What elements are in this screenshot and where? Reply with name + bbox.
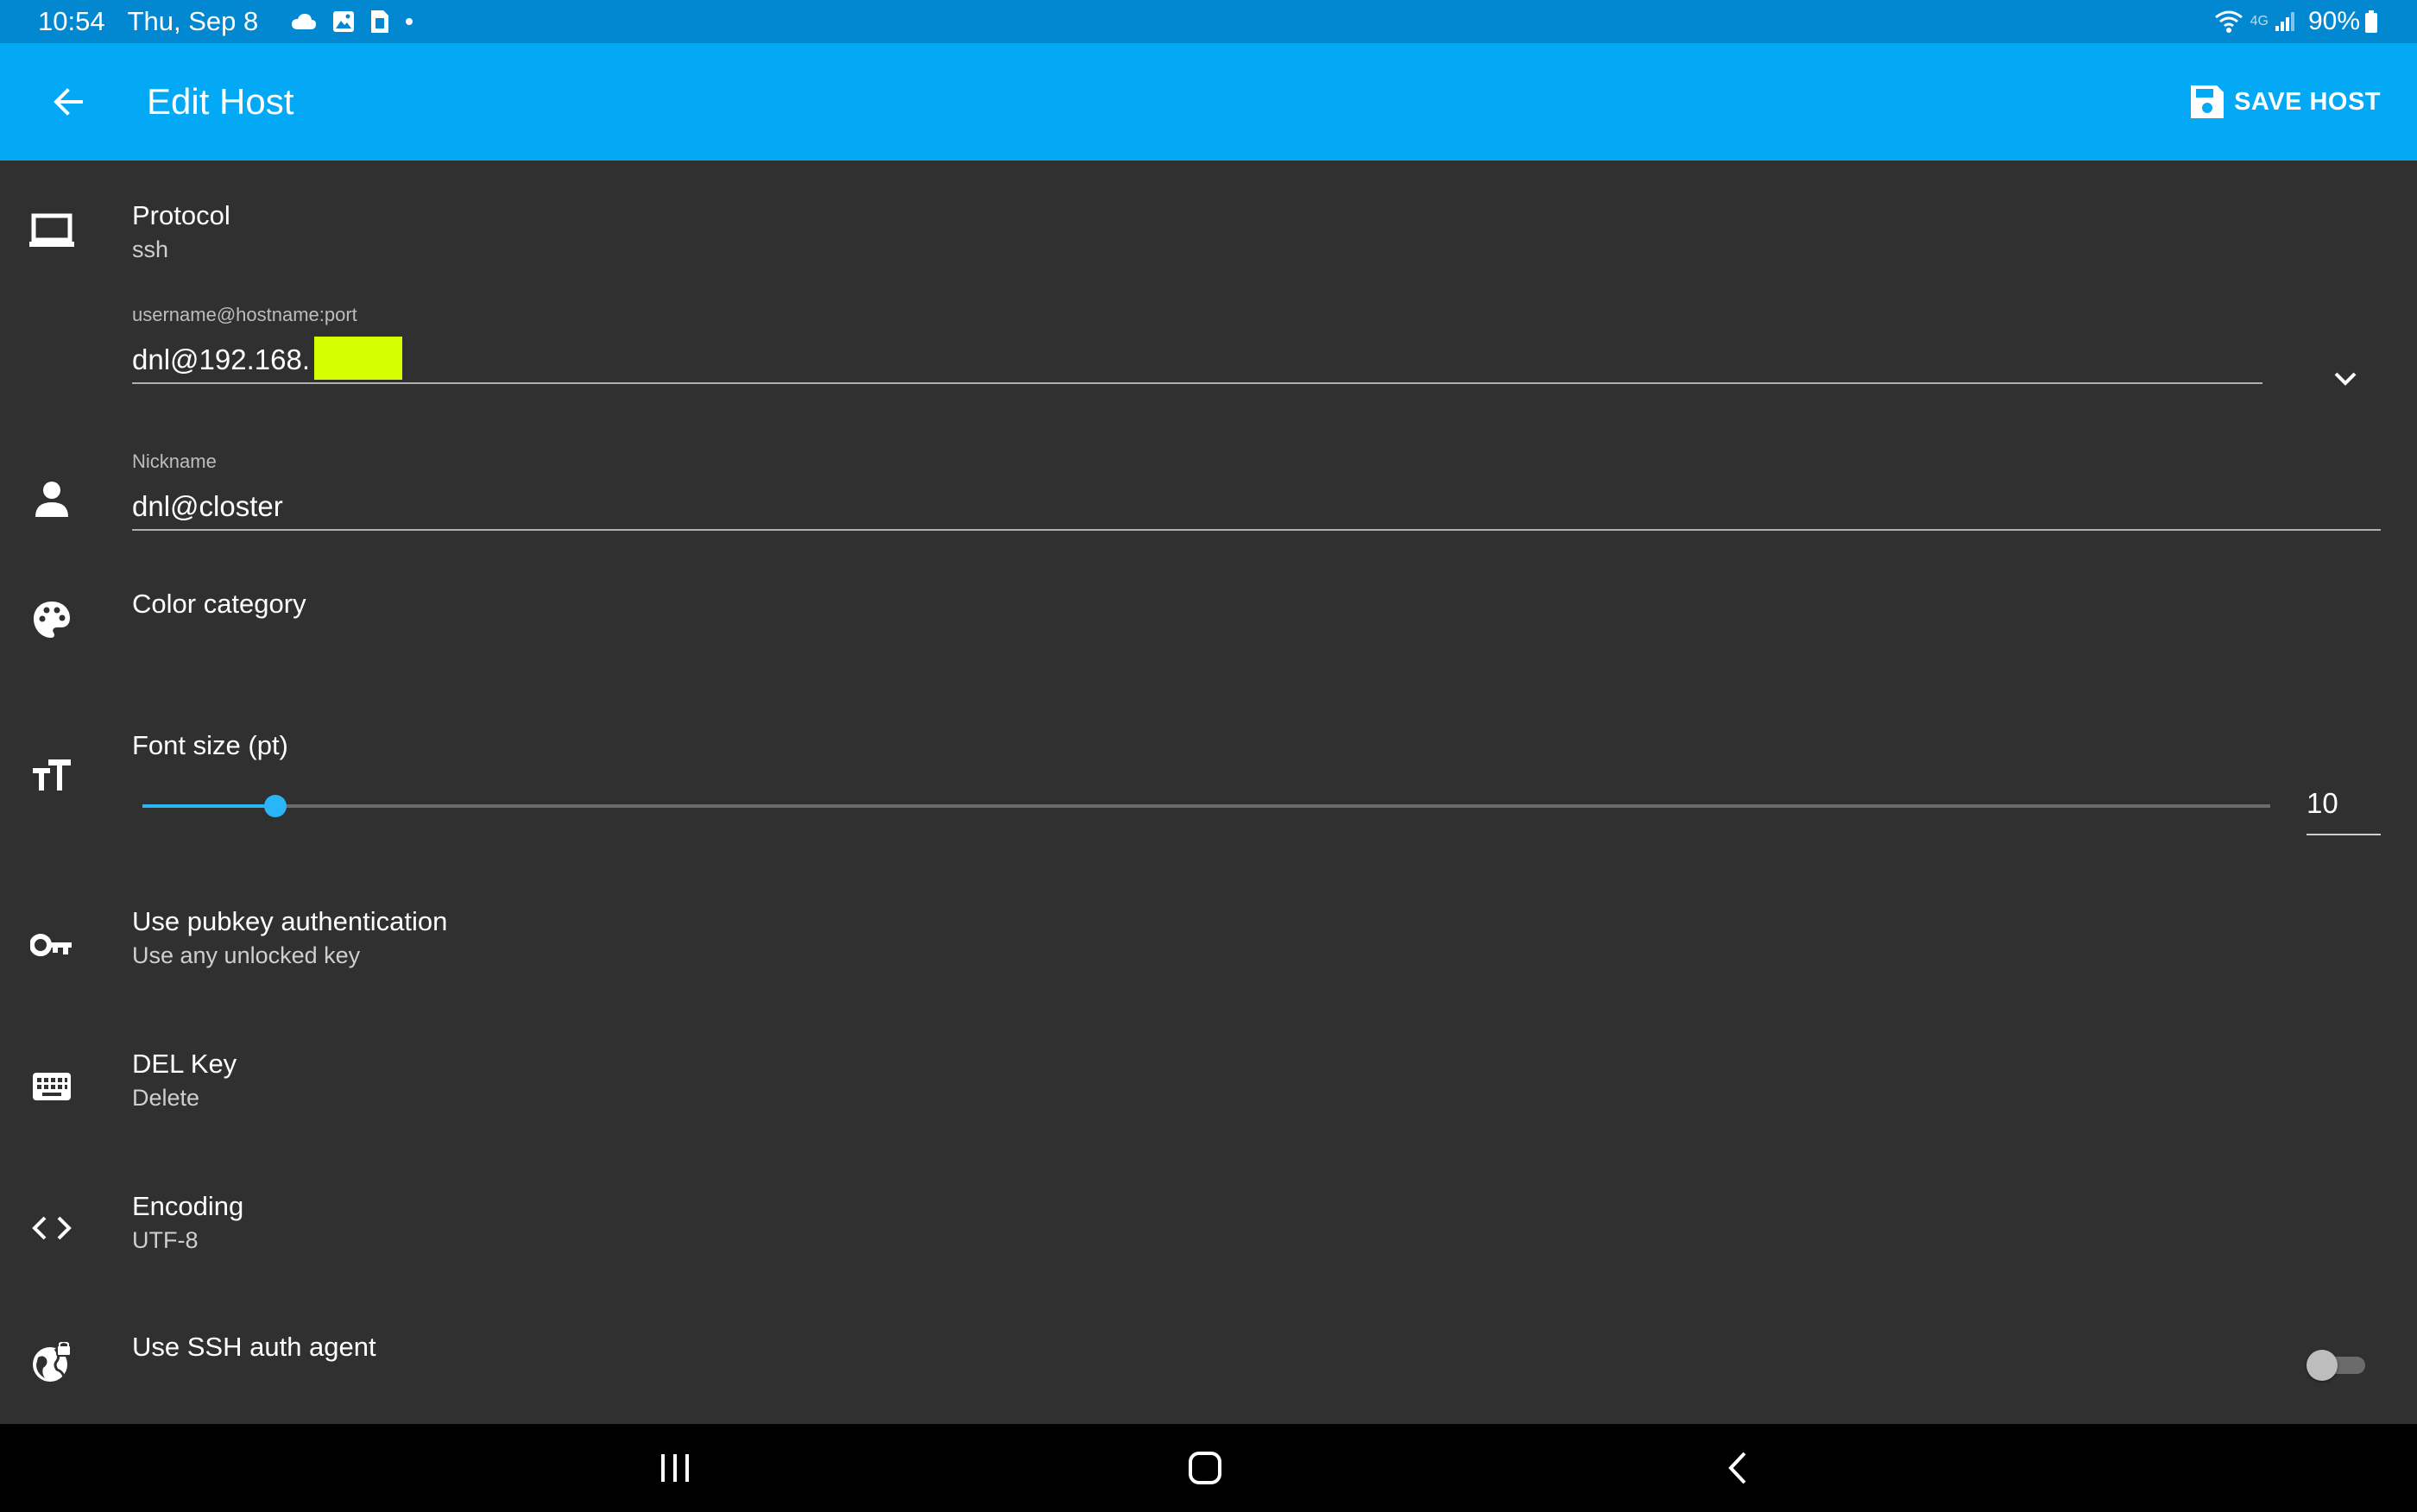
back-button[interactable]	[41, 76, 93, 128]
font-size-value[interactable]: 10	[2307, 787, 2338, 820]
del-key-row[interactable]: DEL Key Delete	[0, 1014, 2417, 1143]
protocol-title: Protocol	[132, 200, 230, 230]
color-category-row[interactable]: Color category	[0, 561, 2417, 682]
recent-apps-button[interactable]	[641, 1440, 710, 1496]
protocol-value: ssh	[132, 236, 169, 262]
keyboard-icon	[24, 1059, 79, 1114]
host-dropdown-button[interactable]	[2324, 357, 2367, 400]
person-icon	[24, 471, 79, 526]
notification-icons	[275, 9, 413, 34]
font-size-slider[interactable]	[142, 795, 2270, 817]
ssh-agent-toggle[interactable]	[2307, 1350, 2369, 1381]
chevron-left-icon	[1728, 1452, 1746, 1484]
battery-percent: 90%	[2307, 7, 2360, 35]
home-button[interactable]	[1171, 1440, 1240, 1496]
page-title: Edit Host	[147, 81, 294, 122]
nickname-input[interactable]: dnl@closter	[132, 490, 2376, 523]
ssh-agent-row[interactable]: Use SSH auth agent	[0, 1299, 2417, 1420]
chevron-down-icon	[2334, 372, 2357, 386]
redaction-box	[314, 337, 402, 380]
key-icon	[24, 917, 79, 973]
image-icon	[333, 11, 355, 32]
host-field-label: username@hostname:port	[132, 304, 357, 325]
globe-lock-icon	[24, 1335, 79, 1390]
encoding-row[interactable]: Encoding UTF-8	[0, 1156, 2417, 1286]
protocol-row[interactable]: Protocol ssh	[0, 164, 2417, 285]
save-host-button[interactable]: SAVE HOST	[2189, 76, 2381, 128]
host-input[interactable]: dnl@192.168.	[132, 343, 2264, 376]
cloud-icon	[292, 14, 317, 29]
navigation-bar	[0, 1424, 2417, 1512]
signal-icon	[2275, 12, 2294, 31]
recent-apps-icon	[661, 1454, 689, 1482]
sim-card-icon	[371, 10, 389, 33]
palette-icon	[24, 592, 79, 647]
pubkey-value: Use any unlocked key	[132, 942, 361, 968]
wifi-icon	[2214, 10, 2243, 33]
ssh-agent-title: Use SSH auth agent	[132, 1332, 376, 1362]
arrow-back-icon	[54, 88, 83, 116]
font-size-slider-thumb[interactable]	[264, 795, 287, 817]
nickname-field-label: Nickname	[132, 450, 217, 472]
encoding-value: UTF-8	[132, 1227, 199, 1253]
dot-icon	[406, 18, 413, 25]
text-size-icon	[24, 747, 79, 803]
status-time: 10:54	[38, 6, 105, 36]
battery-icon	[2365, 10, 2377, 33]
del-key-title: DEL Key	[132, 1049, 237, 1079]
del-key-value: Delete	[132, 1085, 200, 1111]
network-type: 4G	[2250, 14, 2269, 28]
font-size-title: Font size (pt)	[132, 730, 288, 760]
pubkey-row[interactable]: Use pubkey authentication Use any unlock…	[0, 872, 2417, 1001]
back-nav-button[interactable]	[1702, 1440, 1771, 1496]
ssh-agent-toggle-knob	[2307, 1350, 2338, 1381]
encoding-title: Encoding	[132, 1191, 244, 1221]
laptop-icon	[24, 204, 79, 259]
status-bar-left: 10:54 Thu, Sep 8	[38, 0, 413, 43]
save-icon	[2191, 85, 2225, 118]
font-size-value-underline	[2307, 834, 2381, 835]
nickname-input-underline	[132, 529, 2381, 531]
pubkey-title: Use pubkey authentication	[132, 906, 448, 936]
host-input-underline	[132, 382, 2262, 384]
status-date: Thu, Sep 8	[127, 6, 259, 36]
color-category-title: Color category	[132, 589, 306, 619]
app-bar: Edit Host SAVE HOST	[0, 43, 2417, 161]
font-size-slider-fill	[142, 804, 276, 808]
status-bar: 10:54 Thu, Sep 8 4G 90%	[0, 0, 2417, 43]
code-icon	[24, 1200, 79, 1256]
save-host-label: SAVE HOST	[2234, 87, 2381, 116]
status-bar-right: 4G 90%	[2214, 0, 2386, 43]
home-icon	[1189, 1452, 1221, 1484]
